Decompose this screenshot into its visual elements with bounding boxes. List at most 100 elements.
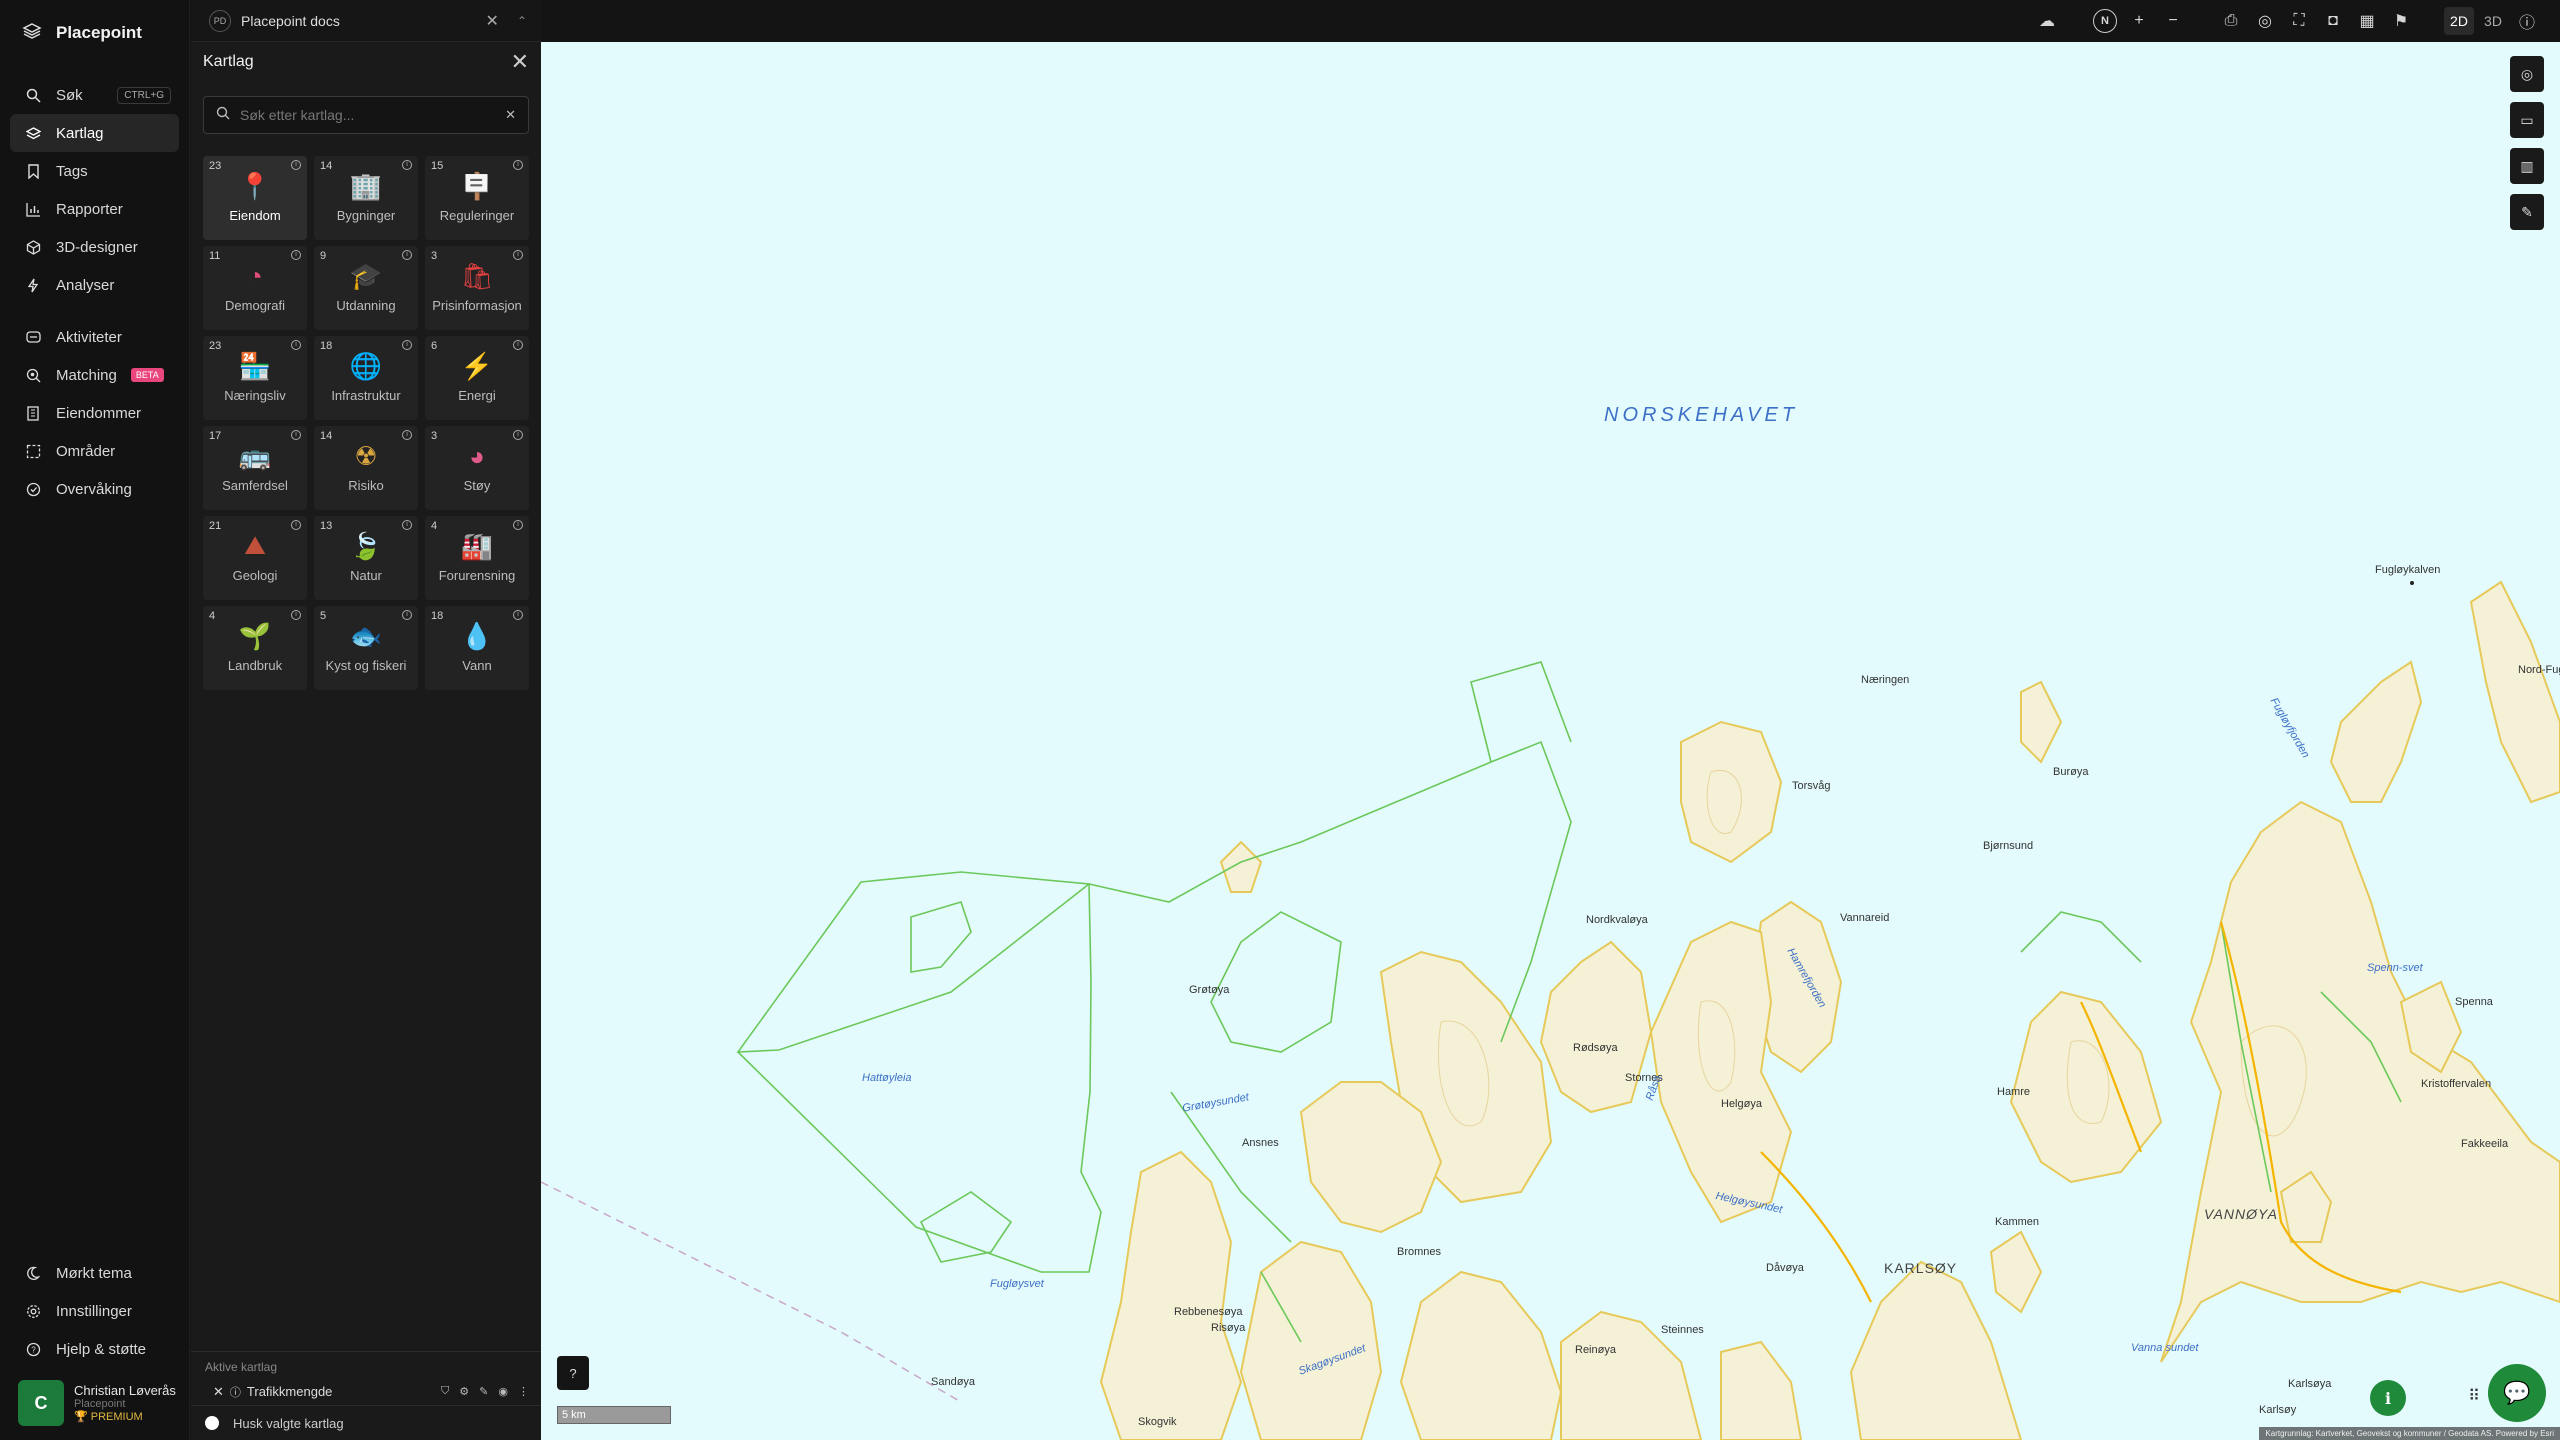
layer-search-input[interactable]: [240, 107, 496, 123]
category-label: Kyst og fiskeri: [325, 658, 407, 673]
remember-layers-row[interactable]: Husk valgte kartlag: [191, 1406, 541, 1440]
remove-layer-icon[interactable]: ✕: [213, 1384, 224, 1400]
category-tile-landbruk[interactable]: 4 i 🌱 Landbruk: [203, 606, 307, 690]
chevron-updown-icon[interactable]: ⌃: [517, 14, 527, 28]
layer-settings-button[interactable]: ◎: [2510, 56, 2544, 92]
category-tile-risiko[interactable]: 14 i ☢ Risiko: [314, 426, 418, 510]
category-tile-geologi[interactable]: 21 i ⛰ Geologi: [203, 516, 307, 600]
brand-name: Placepoint: [56, 23, 142, 42]
main-sidebar: Placepoint Søk CTRL+G Kartlag Tags Rappo…: [0, 0, 190, 1440]
info-icon[interactable]: i: [513, 610, 523, 620]
weather-icon[interactable]: ☁: [2030, 4, 2064, 38]
place-label: Nordkvaløya: [1586, 914, 1648, 926]
info-icon[interactable]: ⓘ: [2510, 4, 2544, 38]
category-count: 3: [431, 250, 438, 262]
category-tile-bygninger[interactable]: 14 i 🏢 Bygninger: [314, 156, 418, 240]
category-label: Prisinformasjon: [432, 298, 522, 313]
nav-item-overvaking[interactable]: Overvåking: [10, 470, 179, 508]
info-icon[interactable]: i: [291, 250, 301, 260]
chat-button[interactable]: 💬: [2488, 1364, 2546, 1422]
lightning-icon: ⚡: [460, 350, 494, 381]
draw-button[interactable]: ✎: [2510, 194, 2544, 230]
info-icon[interactable]: i: [513, 160, 523, 170]
info-icon[interactable]: i: [402, 610, 412, 620]
fullscreen-icon[interactable]: ⛶: [2282, 4, 2316, 38]
category-tile-reguleringer[interactable]: 15 i 🪧 Reguleringer: [425, 156, 529, 240]
category-tile-vann[interactable]: 18 i 💧 Vann: [425, 606, 529, 690]
close-panel-icon[interactable]: ✕: [511, 49, 529, 75]
print-icon[interactable]: ⎙: [2214, 4, 2248, 38]
document-bar[interactable]: PD Placepoint docs ✕ ⌃: [191, 0, 541, 42]
remember-layers-toggle[interactable]: [205, 1416, 219, 1430]
chart-button[interactable]: ▥: [2510, 148, 2544, 184]
eye-icon[interactable]: ◎: [2248, 4, 2282, 38]
category-tile-prisinformasjon[interactable]: 3 i 🛍 Prisinformasjon: [425, 246, 529, 330]
info-icon[interactable]: i: [402, 430, 412, 440]
info-icon[interactable]: i: [291, 610, 301, 620]
info-icon[interactable]: i: [513, 250, 523, 260]
compass-button[interactable]: N: [2088, 4, 2122, 38]
grid-icon[interactable]: ▦: [2350, 4, 2384, 38]
category-tile-eiendom[interactable]: 23 i 📍 Eiendom: [203, 156, 307, 240]
nav-item-analyser[interactable]: Analyser: [10, 266, 179, 304]
nav-item-eiendommer[interactable]: Eiendommer: [10, 394, 179, 432]
nav-item-tags[interactable]: Tags: [10, 152, 179, 190]
category-tile-demografi[interactable]: 11 i ◔ Demografi: [203, 246, 307, 330]
map-canvas[interactable]: NORSKEHAVET Fugløykalven Nord-Fug Fugløy…: [541, 42, 2560, 1440]
brand[interactable]: Placepoint: [0, 0, 189, 66]
close-document-icon[interactable]: ✕: [486, 11, 499, 31]
info-icon[interactable]: i: [291, 340, 301, 350]
info-icon[interactable]: i: [402, 340, 412, 350]
info-icon[interactable]: i: [402, 160, 412, 170]
category-tile-utdanning[interactable]: 9 i 🎓 Utdanning: [314, 246, 418, 330]
nav-item-aktiviteter[interactable]: Aktiviteter: [10, 318, 179, 356]
user-profile[interactable]: C Christian Løverås Placepoint 🏆 PREMIUM: [18, 1380, 180, 1426]
info-icon[interactable]: i: [513, 430, 523, 440]
category-count: 23: [209, 340, 222, 352]
category-tile-natur[interactable]: 13 i 🍃 Natur: [314, 516, 418, 600]
info-icon[interactable]: i: [291, 160, 301, 170]
settings-icon[interactable]: ⚙: [459, 1385, 469, 1398]
nav-item-settings[interactable]: Innstillinger: [10, 1292, 180, 1330]
nav-item-help[interactable]: ? Hjelp & støtte: [10, 1330, 180, 1368]
info-icon[interactable]: ⓘ: [230, 1384, 241, 1400]
zoom-in-button[interactable]: +: [2122, 4, 2156, 38]
map-help-button[interactable]: ?: [557, 1356, 589, 1390]
nav-item-3d-designer[interactable]: 3D-designer: [10, 228, 179, 266]
info-icon[interactable]: i: [513, 520, 523, 530]
info-button[interactable]: i: [2370, 1380, 2406, 1416]
edit-icon[interactable]: ✎: [479, 1385, 488, 1398]
camera-icon[interactable]: ◘: [2316, 4, 2350, 38]
info-icon[interactable]: i: [402, 520, 412, 530]
view-2d-button[interactable]: 2D: [2442, 4, 2476, 38]
category-tile-forurensning[interactable]: 4 i 🏭 Forurensning: [425, 516, 529, 600]
visibility-icon[interactable]: ◉: [498, 1385, 508, 1398]
nav-item-kartlag[interactable]: Kartlag: [10, 114, 179, 152]
category-tile-næringsliv[interactable]: 23 i 🏪 Næringsliv: [203, 336, 307, 420]
category-tile-støy[interactable]: 3 i ◕ Støy: [425, 426, 529, 510]
filter-icon[interactable]: ⛉: [441, 1385, 449, 1398]
nav-item-omrader[interactable]: Områder: [10, 432, 179, 470]
view-3d-button[interactable]: 3D: [2476, 4, 2510, 38]
active-layer-row[interactable]: ✕ ⓘ Trafikkmengde ⛉ ⚙ ✎ ◉ ⋮: [191, 1378, 541, 1406]
category-tile-samferdsel[interactable]: 17 i 🚌 Samferdsel: [203, 426, 307, 510]
category-tile-energi[interactable]: 6 i ⚡ Energi: [425, 336, 529, 420]
info-icon[interactable]: i: [291, 520, 301, 530]
category-tile-kyst-og-fiskeri[interactable]: 5 i 🐟 Kyst og fiskeri: [314, 606, 418, 690]
nav-item-dark-theme[interactable]: Mørkt tema: [10, 1254, 180, 1292]
info-icon[interactable]: i: [291, 430, 301, 440]
category-tile-infrastruktur[interactable]: 18 i 🌐 Infrastruktur: [314, 336, 418, 420]
bookmark-icon[interactable]: ⚑: [2384, 4, 2418, 38]
measure-button[interactable]: ▭: [2510, 102, 2544, 138]
drag-handle-icon[interactable]: ⠿: [2468, 1386, 2480, 1406]
nav-item-matching[interactable]: Matching BETA: [10, 356, 179, 394]
more-icon[interactable]: ⋮: [518, 1385, 529, 1398]
info-icon[interactable]: i: [402, 250, 412, 260]
nav-item-sok[interactable]: Søk CTRL+G: [10, 76, 179, 114]
info-icon[interactable]: i: [513, 340, 523, 350]
terrain-icon: ⛰: [244, 530, 266, 560]
nav-item-rapporter[interactable]: Rapporter: [10, 190, 179, 228]
clear-search-icon[interactable]: ✕: [505, 107, 516, 123]
category-count: 9: [320, 250, 327, 262]
zoom-out-button[interactable]: −: [2156, 4, 2190, 38]
